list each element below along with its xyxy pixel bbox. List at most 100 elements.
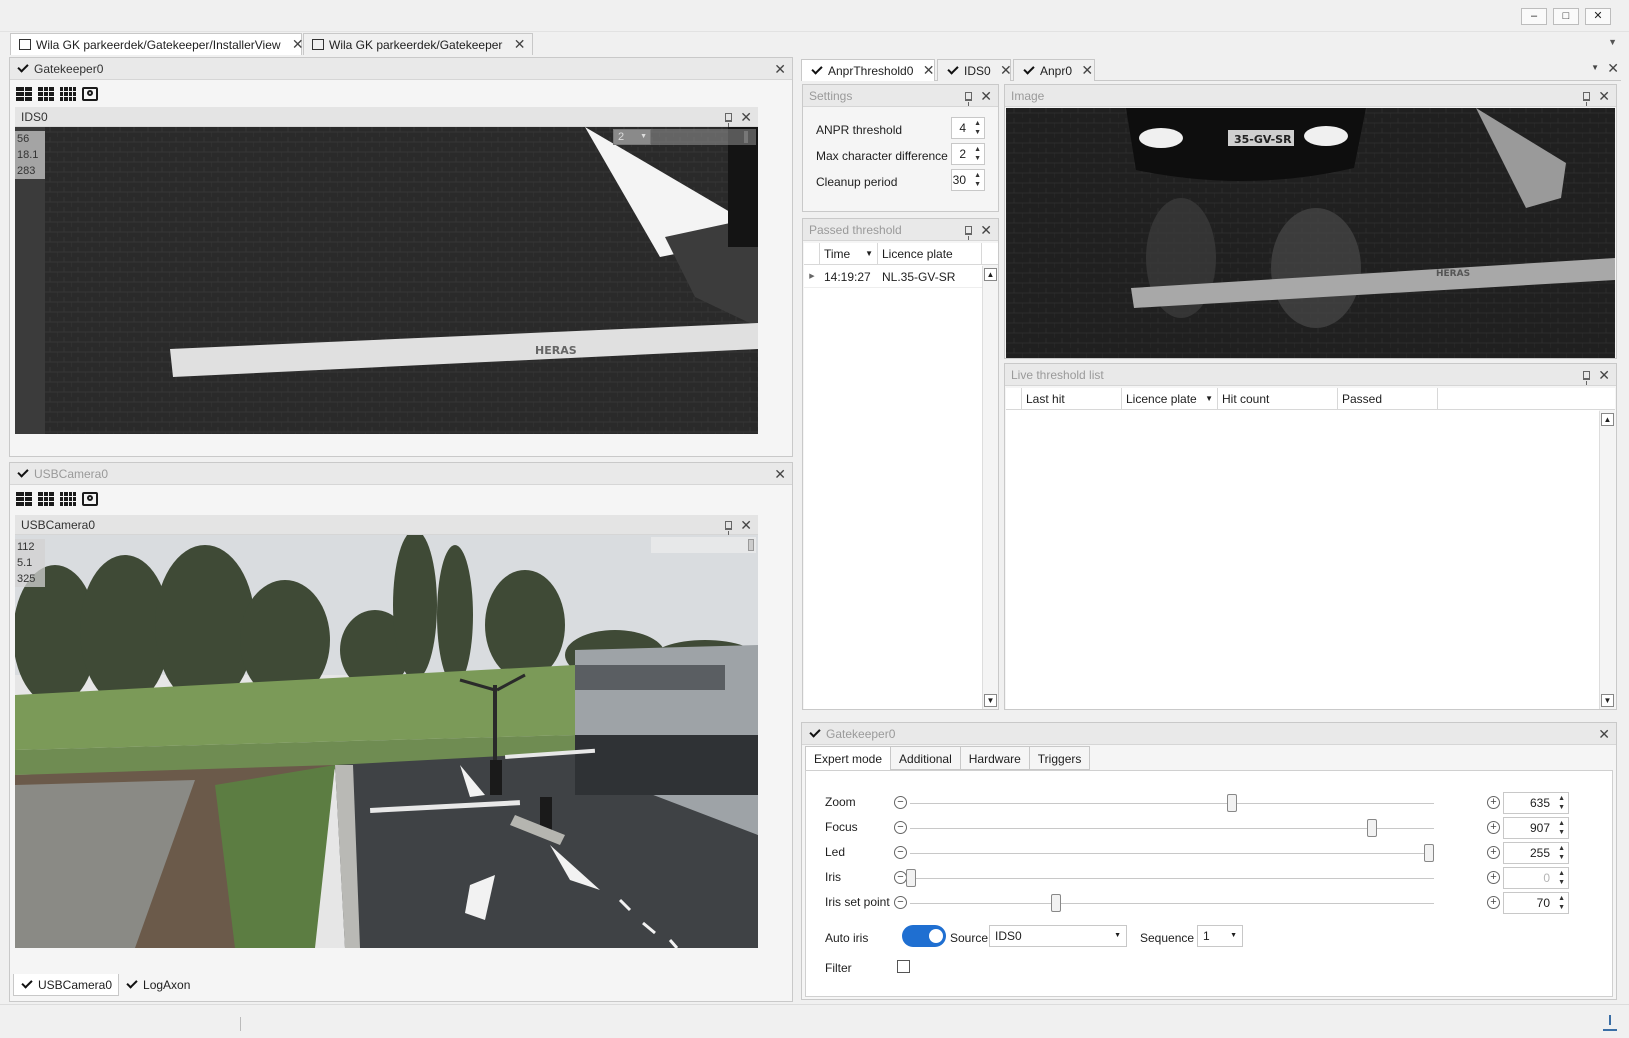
spinner-arrows-icon[interactable]: ▲ ▼ [1558, 819, 1565, 837]
tab-anpr0[interactable]: Anpr0 ✕ [1013, 59, 1095, 81]
pin-icon[interactable] [725, 520, 733, 535]
scroll-up-icon[interactable]: ▲ [1601, 413, 1614, 426]
plus-circle-icon[interactable]: + [1487, 896, 1500, 909]
tab-triggers[interactable]: Triggers [1029, 746, 1091, 770]
tab-expert-mode[interactable]: Expert mode [805, 746, 892, 770]
minus-circle-icon[interactable]: − [894, 896, 907, 909]
max-char-diff-input[interactable]: 2 ▲ ▼ [951, 143, 985, 165]
plus-circle-icon[interactable]: + [1487, 796, 1500, 809]
plus-circle-icon[interactable]: + [1487, 846, 1500, 859]
slider-thumb[interactable] [906, 869, 916, 887]
grid-4-icon[interactable] [60, 492, 76, 506]
pin-icon[interactable] [1583, 370, 1591, 385]
slider-track[interactable] [910, 878, 1434, 879]
pin-icon[interactable] [965, 225, 973, 240]
grid-3-icon[interactable] [38, 492, 54, 506]
chevron-down-icon[interactable]: ▼ [1608, 37, 1617, 47]
pin-icon[interactable] [1583, 91, 1591, 106]
minus-circle-icon[interactable]: − [894, 796, 907, 809]
close-button[interactable]: ✕ [1585, 8, 1611, 25]
col-licence-plate[interactable]: Licence plate ▼ [1122, 388, 1218, 409]
auto-iris-toggle[interactable] [902, 925, 946, 947]
ids0-camera-feed[interactable]: HERAS 56 18.1 283 2 ▼ [15, 127, 758, 434]
slider-thumb[interactable] [1367, 819, 1378, 837]
close-icon[interactable]: ✕ [774, 62, 786, 76]
tab-anprthreshold0[interactable]: AnprThreshold0 ✕ [801, 59, 935, 81]
maximize-button[interactable]: □ [1553, 8, 1579, 25]
plus-circle-icon[interactable]: + [1487, 871, 1500, 884]
slider-track[interactable] [910, 903, 1434, 904]
view-slider[interactable] [651, 537, 756, 553]
close-icon[interactable]: ✕ [923, 62, 935, 78]
slider-value-input[interactable]: 0 ▲ ▼ [1503, 867, 1569, 889]
anpr-threshold-input[interactable]: 4 ▲ ▼ [951, 117, 985, 139]
scroll-down-icon[interactable]: ▼ [1601, 694, 1614, 707]
slider-value-input[interactable]: 255 ▲ ▼ [1503, 842, 1569, 864]
close-icon[interactable]: ✕ [774, 467, 786, 481]
close-icon[interactable]: ✕ [1000, 62, 1012, 78]
close-icon[interactable]: ✕ [514, 36, 526, 52]
spinner-arrows-icon[interactable]: ▲ ▼ [974, 171, 981, 189]
slider-track[interactable] [910, 853, 1434, 854]
camera-settings-icon[interactable] [82, 87, 98, 101]
spinner-arrows-icon[interactable]: ▲ ▼ [1558, 869, 1565, 887]
col-passed[interactable]: Passed [1338, 388, 1438, 409]
close-icon[interactable]: ✕ [740, 110, 752, 124]
download-icon[interactable] [1603, 1015, 1617, 1031]
camera-settings-icon[interactable] [82, 492, 98, 506]
tab-additional[interactable]: Additional [891, 746, 961, 770]
slider-thumb[interactable] [1227, 794, 1238, 812]
minimize-button[interactable]: – [1521, 8, 1547, 25]
source-select[interactable]: IDS0 ▼ [989, 925, 1127, 947]
grid-3-icon[interactable] [38, 87, 54, 101]
spinner-arrows-icon[interactable]: ▲ ▼ [1558, 894, 1565, 912]
close-icon[interactable]: ✕ [980, 223, 992, 237]
chevron-down-icon[interactable]: ▼ [1591, 63, 1599, 72]
vertical-scrollbar[interactable]: ▲ ▼ [1599, 411, 1615, 709]
slider-value-input[interactable]: 635 ▲ ▼ [1503, 792, 1569, 814]
slider-thumb[interactable] [1051, 894, 1062, 912]
close-icon[interactable]: ✕ [1081, 62, 1093, 78]
close-icon[interactable]: ✕ [740, 518, 752, 532]
tab-hardware[interactable]: Hardware [960, 746, 1030, 770]
vertical-scrollbar[interactable]: ▲ ▼ [982, 266, 998, 709]
minus-circle-icon[interactable]: − [894, 821, 907, 834]
cleanup-period-input[interactable]: 30 ▲ ▼ [951, 169, 985, 191]
close-icon[interactable]: ✕ [980, 89, 992, 103]
spinner-arrows-icon[interactable]: ▲ ▼ [974, 119, 981, 137]
pin-icon[interactable] [965, 91, 973, 106]
filter-checkbox[interactable] [897, 960, 910, 973]
col-time[interactable]: Time ▼ [820, 243, 878, 264]
plus-circle-icon[interactable]: + [1487, 821, 1500, 834]
view-dropdown[interactable]: 2 ▼ [613, 129, 651, 145]
slider-value-input[interactable]: 907 ▲ ▼ [1503, 817, 1569, 839]
close-icon[interactable]: ✕ [292, 36, 304, 52]
close-icon[interactable]: ✕ [1598, 727, 1610, 741]
slider-track[interactable] [910, 803, 1434, 804]
col-licence-plate[interactable]: Licence plate [878, 243, 982, 264]
table-row[interactable]: ▶ 14:19:27 NL.35-GV-SR [804, 266, 982, 288]
grid-2-icon[interactable] [16, 492, 32, 506]
tab-usbcamera0[interactable]: USBCamera0 [13, 974, 120, 996]
close-icon[interactable]: ✕ [1598, 89, 1610, 103]
minus-circle-icon[interactable]: − [894, 846, 907, 859]
scroll-up-icon[interactable]: ▲ [984, 268, 997, 281]
col-last-hit[interactable]: Last hit [1022, 388, 1122, 409]
spinner-arrows-icon[interactable]: ▲ ▼ [1558, 794, 1565, 812]
usbcamera0-feed[interactable]: 112 5.1 325 [15, 535, 758, 948]
grid-4-icon[interactable] [60, 87, 76, 101]
slider-value-input[interactable]: 70 ▲ ▼ [1503, 892, 1569, 914]
scroll-down-icon[interactable]: ▼ [984, 694, 997, 707]
doc-tab-installer-view[interactable]: Wila GK parkeerdek/Gatekeeper/InstallerV… [10, 33, 304, 55]
sequence-select[interactable]: 1 ▼ [1197, 925, 1243, 947]
slider-thumb[interactable] [1424, 844, 1434, 862]
spinner-arrows-icon[interactable]: ▲ ▼ [1558, 844, 1565, 862]
tab-logaxon[interactable]: LogAxon [119, 974, 196, 996]
spinner-arrows-icon[interactable]: ▲ ▼ [974, 145, 981, 163]
row-expand-icon[interactable]: ▶ [804, 266, 820, 287]
close-icon[interactable]: ✕ [1598, 368, 1610, 382]
col-hit-count[interactable]: Hit count [1218, 388, 1338, 409]
grid-2-icon[interactable] [16, 87, 32, 101]
slider-track[interactable] [910, 828, 1434, 829]
pin-icon[interactable] [725, 112, 733, 127]
